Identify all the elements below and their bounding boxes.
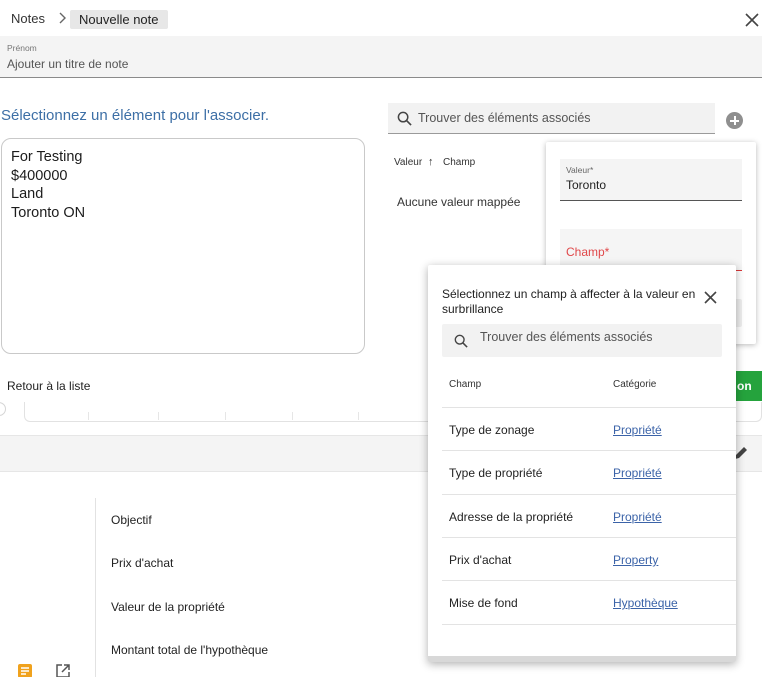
detail-field-label: Objectif bbox=[111, 513, 152, 527]
sort-up-arrow-icon[interactable]: ↑ bbox=[428, 156, 434, 168]
external-link-icon[interactable] bbox=[55, 663, 71, 677]
add-circle-icon[interactable] bbox=[726, 112, 743, 129]
back-to-list-link[interactable]: Retour à la liste bbox=[7, 379, 90, 393]
value-field-label: Valeur* bbox=[566, 165, 594, 175]
toolbar-divider bbox=[158, 412, 159, 420]
note-title-field[interactable]: Prénom Ajouter un titre de note bbox=[0, 36, 762, 78]
toolbar-divider bbox=[358, 412, 359, 420]
row-category-link[interactable]: Propriété bbox=[613, 510, 662, 524]
search-icon bbox=[454, 334, 468, 348]
value-field[interactable]: Valeur* Toronto bbox=[560, 159, 742, 201]
dialog-title: Sélectionnez un champ à affecter à la va… bbox=[442, 287, 696, 316]
search-icon bbox=[397, 111, 412, 126]
table-row[interactable]: Adresse de la propriété Propriété bbox=[442, 494, 736, 537]
note-title-label: Prénom bbox=[7, 43, 37, 53]
detail-field-label: Montant total de l'hypothèque bbox=[111, 643, 269, 657]
table-row[interactable]: Prix d'achat Property bbox=[442, 537, 736, 580]
toolbar-divider bbox=[225, 412, 226, 420]
row-field[interactable]: Mise de fond bbox=[449, 596, 518, 610]
breadcrumb-current: Nouvelle note bbox=[70, 10, 168, 29]
row-category-link[interactable]: Propriété bbox=[613, 423, 662, 437]
row-category-link[interactable]: Hypothèque bbox=[613, 596, 678, 610]
dialog-search[interactable]: Trouver des éléments associés bbox=[442, 324, 722, 357]
source-text-line[interactable]: For Testing bbox=[11, 148, 355, 167]
breadcrumb-notes-link[interactable]: Notes bbox=[11, 11, 45, 26]
row-category-link[interactable]: Propriété bbox=[613, 466, 662, 480]
note-title-input[interactable]: Ajouter un titre de note bbox=[7, 57, 128, 71]
row-field[interactable]: Prix d'achat bbox=[449, 553, 511, 567]
associated-items-search[interactable]: Trouver des éléments associés bbox=[388, 103, 715, 134]
instruction-text: Sélectionnez un élément pour l'associer. bbox=[1, 107, 270, 124]
search-input[interactable]: Trouver des éléments associés bbox=[418, 111, 591, 125]
column-header-category[interactable]: Catégorie bbox=[613, 379, 656, 390]
close-icon[interactable] bbox=[704, 291, 717, 304]
toolbar-divider bbox=[88, 412, 89, 420]
detail-field-label: Prix d'achat bbox=[111, 556, 174, 570]
source-text-area[interactable]: For Testing $400000 Land Toronto ON bbox=[1, 138, 365, 354]
source-text-line[interactable]: $400000 bbox=[11, 167, 355, 186]
table-row[interactable]: Type de propriété Propriété bbox=[442, 450, 736, 493]
column-header-field[interactable]: Champ bbox=[443, 157, 475, 168]
note-icon[interactable] bbox=[17, 663, 33, 677]
close-icon[interactable] bbox=[744, 12, 760, 28]
row-field[interactable]: Type de propriété bbox=[449, 466, 542, 480]
circle-control[interactable] bbox=[0, 402, 6, 416]
chevron-right-icon bbox=[59, 12, 66, 24]
field-picker-dialog: Sélectionnez un champ à affecter à la va… bbox=[428, 265, 736, 662]
column-header-value[interactable]: Valeur bbox=[394, 157, 422, 168]
row-category-link[interactable]: Property bbox=[613, 553, 658, 567]
toolbar-divider bbox=[292, 412, 293, 420]
source-text-line[interactable]: Toronto ON bbox=[11, 204, 355, 223]
source-text-line[interactable]: Land bbox=[11, 185, 355, 204]
column-header-field[interactable]: Champ bbox=[449, 379, 481, 390]
breadcrumb: Notes Nouvelle note bbox=[0, 0, 762, 36]
empty-mapping-message: Aucune valeur mappée bbox=[397, 195, 521, 209]
table-row[interactable]: Mise de fond Hypothèque bbox=[442, 580, 736, 623]
dialog-search-input[interactable]: Trouver des éléments associés bbox=[480, 330, 653, 344]
details-divider bbox=[95, 498, 96, 677]
row-field[interactable]: Type de zonage bbox=[449, 423, 534, 437]
row-field[interactable]: Adresse de la propriété bbox=[449, 510, 573, 524]
detail-field-label: Valeur de la propriété bbox=[111, 600, 225, 614]
table-bottom-border bbox=[442, 624, 736, 625]
field-select-label: Champ* bbox=[566, 245, 610, 259]
dialog-scrollbar[interactable] bbox=[428, 656, 736, 662]
value-input[interactable]: Toronto bbox=[566, 178, 606, 192]
table-row[interactable]: Type de zonage Propriété bbox=[442, 407, 736, 450]
